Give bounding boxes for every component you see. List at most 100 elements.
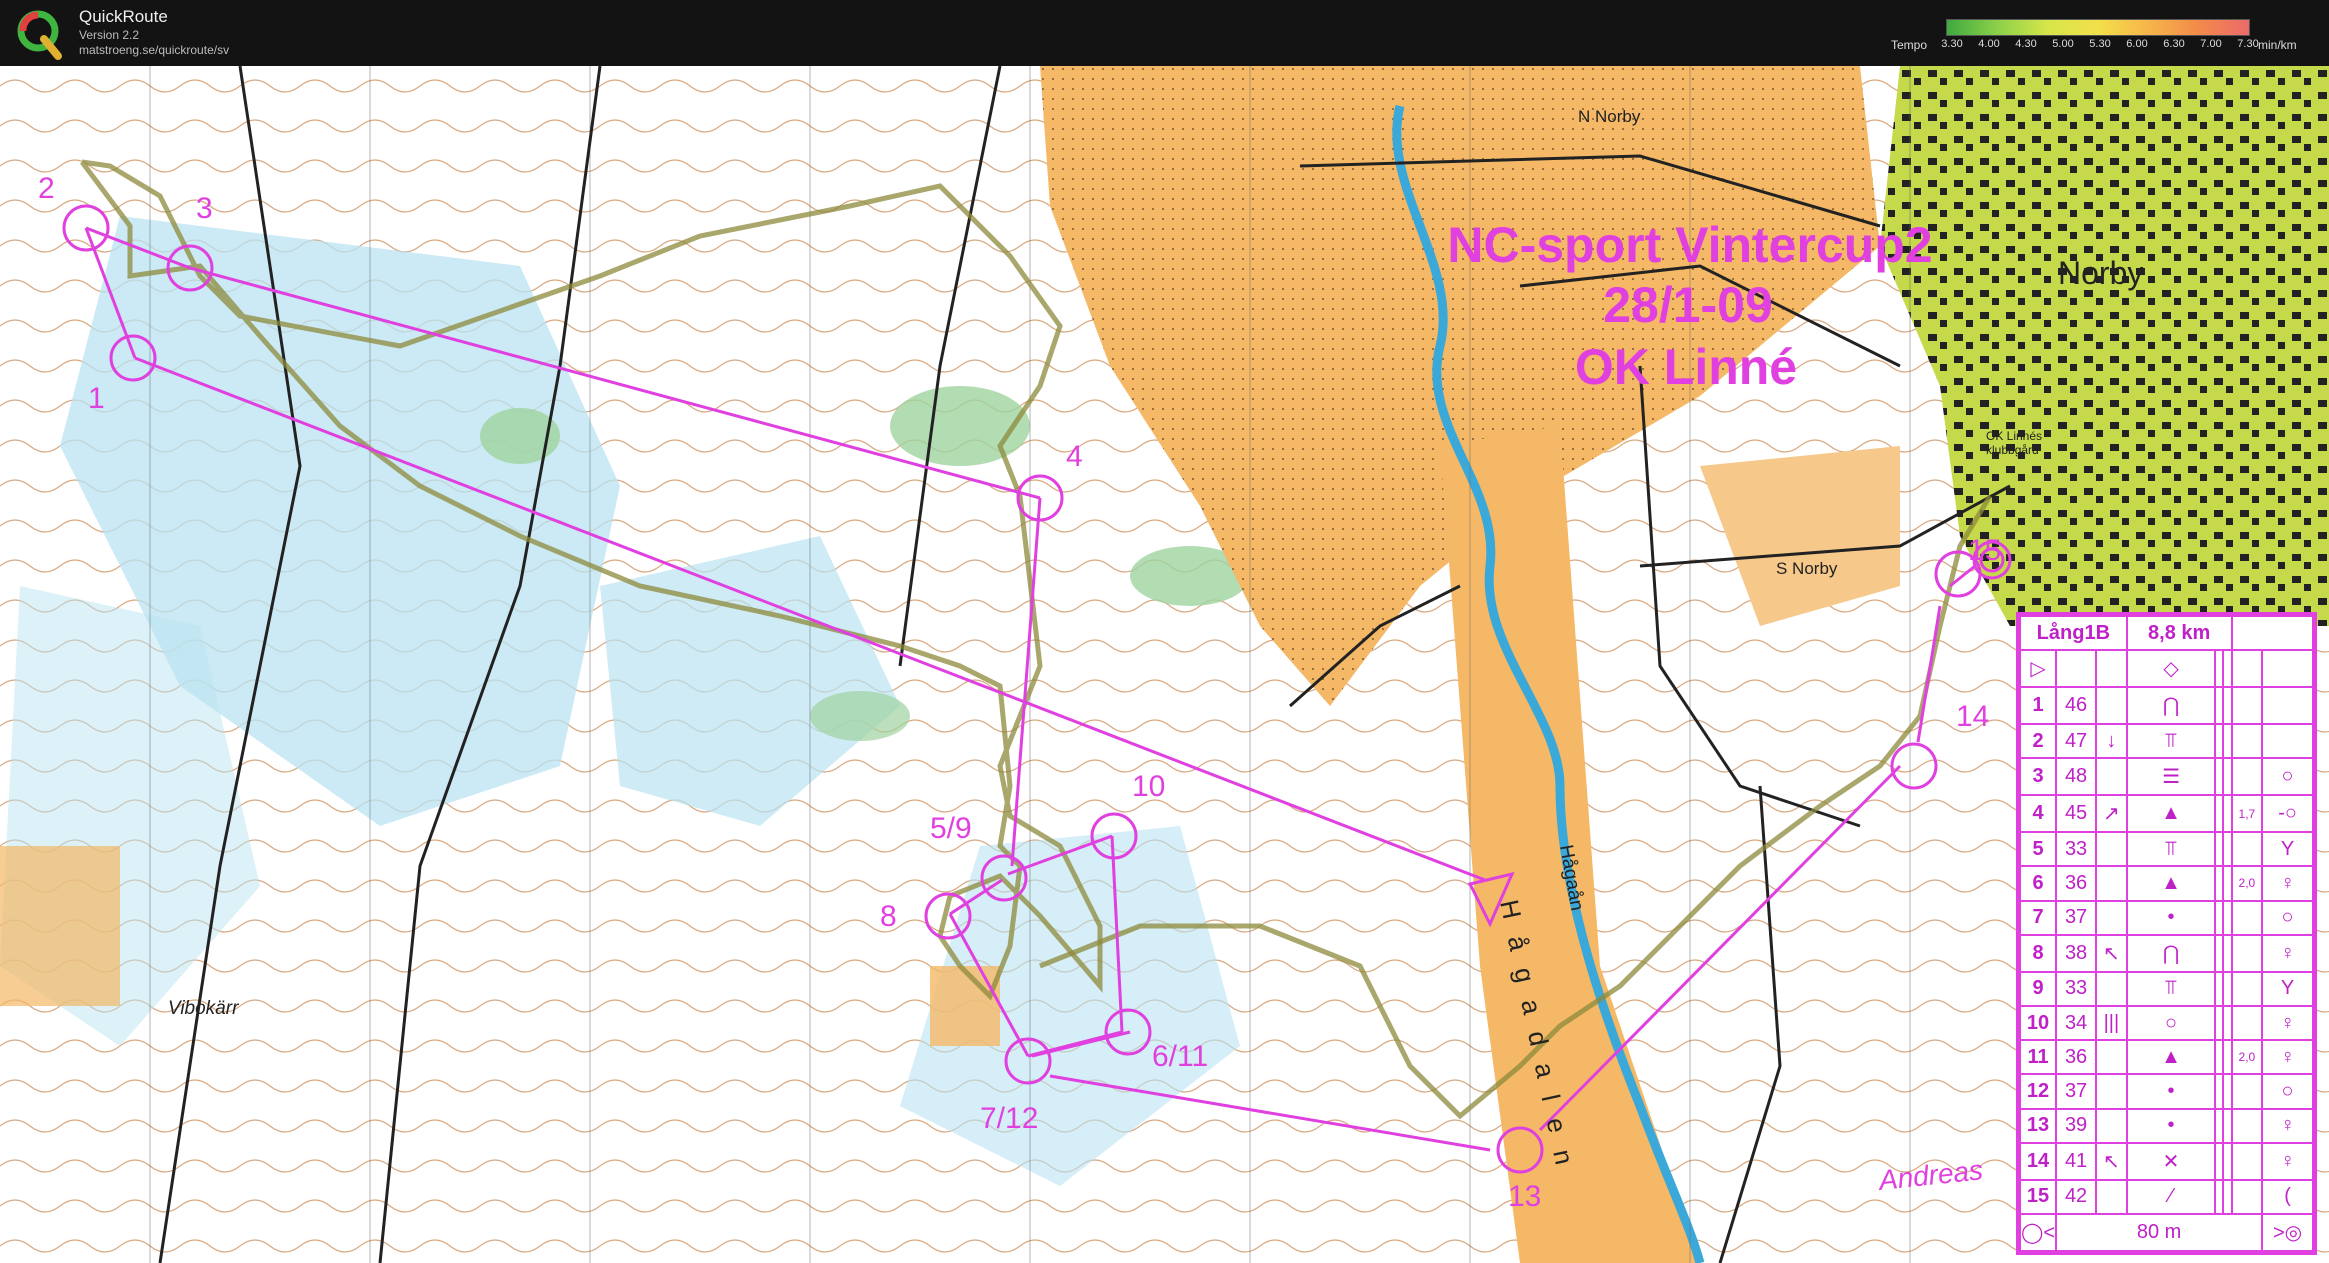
column-e (2214, 1107, 2225, 1144)
column-h-icon: ♀ (2261, 1004, 2314, 1042)
column-h-icon: ♀ (2261, 1141, 2314, 1181)
tempo-tick: 6.30 (2163, 38, 2185, 50)
control-code: 33 (2055, 831, 2098, 868)
column-d-icon: • (2125, 1107, 2217, 1144)
legend-row: 13 39 • ♀ (2018, 1107, 2314, 1144)
column-f (2222, 1107, 2233, 1144)
app-url[interactable]: matstroeng.se/quickroute/sv (79, 43, 229, 57)
finish-right-icon: >◎ (2261, 1213, 2314, 1252)
legend-finish-row: ◯< 80 m >◎ (2018, 1213, 2314, 1252)
column-f (2222, 899, 2233, 936)
start-desc-icon: ◇ (2125, 649, 2217, 689)
column-f (2222, 723, 2233, 760)
column-h-icon (2261, 686, 2314, 726)
control-code: 42 (2055, 1178, 2098, 1216)
label-13: 13 (1508, 1180, 1541, 1213)
column-h-icon: ♀ (2261, 933, 2314, 973)
place-ok-linne-1: OK Linnés (1986, 429, 2042, 443)
tempo-tick: 4.00 (1978, 38, 2000, 50)
label-10: 10 (1132, 770, 1165, 803)
column-f (2222, 757, 2233, 797)
column-e (2214, 831, 2225, 868)
legend-row: 2 47 ↓ ⫪ (2018, 723, 2314, 760)
column-h-icon: ♀ (2261, 1107, 2314, 1144)
column-g (2230, 1141, 2264, 1181)
legend-row: 10 34 ||| ○ ♀ (2018, 1004, 2314, 1042)
column-g (2230, 899, 2264, 936)
control-code: 38 (2055, 933, 2098, 973)
tempo-tick: 5.30 (2089, 38, 2111, 50)
column-d-icon: ☰ (2125, 757, 2217, 797)
legend-row: 6 36 ▲ 2,0 ♀ (2018, 865, 2314, 902)
column-e (2214, 757, 2225, 797)
control-description-sheet: Lång1B 8,8 km ▷ ◇ 1 46 ⋂ 2 47 ↓ ⫪ 3 48 ☰ ○ 4 45 ↗ ▲ 1,7… (2016, 612, 2317, 1255)
column-f (2222, 1039, 2233, 1076)
legend-start-row: ▷ ◇ (2018, 649, 2314, 689)
event-title-line3: OK Linné (1575, 339, 1797, 395)
column-h-icon: ( (2261, 1178, 2314, 1216)
column-g: 1,7 (2230, 794, 2264, 834)
column-c-icon: ↖ (2095, 933, 2128, 973)
orienteering-map[interactable]: 1 2 3 4 5/9 6/11 7/12 8 10 13 14 15 N No… (0, 66, 2329, 1263)
control-code: 39 (2055, 1107, 2098, 1144)
legend-course: Lång1B (2019, 614, 2128, 652)
place-norby: Norby (2058, 255, 2143, 291)
legend-row: 4 45 ↗ ▲ 1,7 -○ (2018, 794, 2314, 834)
column-c-icon: ↖ (2095, 1141, 2128, 1181)
column-e (2214, 794, 2225, 834)
legend-row: 15 42 ⁄ ( (2018, 1178, 2314, 1216)
column-c-icon (2095, 1178, 2128, 1216)
column-e (2214, 1039, 2225, 1076)
column-c-icon (2095, 1073, 2128, 1110)
legend-rows: 1 46 ⋂ 2 47 ↓ ⫪ 3 48 ☰ ○ 4 45 ↗ ▲ 1,7 -○ 5 33 ⫪ Y 6 36 ▲ 2,0 ♀ 7 37… (2018, 686, 2314, 1216)
control-code: 48 (2055, 757, 2098, 797)
open-field (0, 846, 120, 1006)
app-version: Version 2.2 (79, 28, 140, 42)
column-e (2214, 865, 2225, 902)
control-code: 37 (2055, 1073, 2098, 1110)
legend-row: 14 41 ↖ ✕ ♀ (2018, 1141, 2314, 1181)
column-c-icon: ↓ (2095, 723, 2128, 760)
column-d-icon: ○ (2125, 1004, 2217, 1042)
control-number: 10 (2018, 1004, 2058, 1042)
column-d-icon: ⫪ (2125, 970, 2217, 1007)
column-d-icon: • (2125, 899, 2217, 936)
control-number: 11 (2018, 1039, 2058, 1076)
control-number: 4 (2018, 794, 2058, 834)
control-description-table: Lång1B 8,8 km ▷ ◇ 1 46 ⋂ 2 47 ↓ ⫪ 3 48 ☰ ○ 4 45 ↗ ▲ 1,7… (2018, 614, 2315, 1252)
column-g (2230, 1004, 2264, 1042)
column-c-icon (2095, 1039, 2128, 1076)
column-c-icon (2095, 686, 2128, 726)
column-f (2222, 1141, 2233, 1181)
column-d-icon: • (2125, 1073, 2217, 1110)
column-c-icon (2095, 865, 2128, 902)
control-number: 5 (2018, 831, 2058, 868)
control-number: 6 (2018, 865, 2058, 902)
label-15: 15 (1968, 534, 2001, 567)
legend-row: 1 46 ⋂ (2018, 686, 2314, 726)
app-name: QuickRoute (79, 7, 168, 26)
column-h-icon: ○ (2261, 1073, 2314, 1110)
label-6-11: 6/11 (1152, 1040, 1208, 1073)
label-5-9: 5/9 (930, 812, 972, 845)
title-bar: QuickRoute Version 2.2 matstroeng.se/qui… (0, 0, 2329, 66)
column-e (2214, 933, 2225, 973)
finish-distance: 80 m (2055, 1213, 2264, 1252)
label-2: 2 (38, 172, 55, 205)
column-g: 2,0 (2230, 1039, 2264, 1076)
column-c-icon (2095, 831, 2128, 868)
column-e (2214, 1073, 2225, 1110)
tempo-ticks: 3.30 4.00 4.30 5.00 5.30 6.00 6.30 7.00 7.30 (1941, 38, 2258, 54)
label-8: 8 (880, 900, 897, 933)
column-f (2222, 686, 2233, 726)
column-d-icon: ⋂ (2125, 933, 2217, 973)
control-number: 7 (2018, 899, 2058, 936)
column-h-icon: ♀ (2261, 865, 2314, 902)
event-title-line2: 28/1-09 (1603, 277, 1773, 333)
map-canvas[interactable]: 1 2 3 4 5/9 6/11 7/12 8 10 13 14 15 N No… (0, 66, 2329, 1263)
control-number: 2 (2018, 723, 2058, 760)
column-f (2222, 794, 2233, 834)
column-d-icon: ⁄ (2125, 1178, 2217, 1216)
column-h-icon: Y (2261, 970, 2314, 1007)
control-number: 1 (2018, 686, 2058, 726)
